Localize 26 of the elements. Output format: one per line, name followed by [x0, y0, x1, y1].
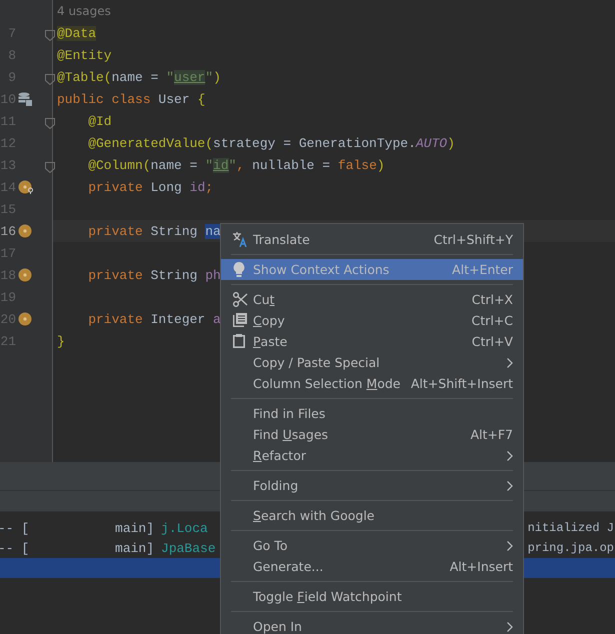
log-message: nitialized J: [528, 521, 614, 535]
shortcut-text: Alt+Enter: [452, 262, 513, 277]
shortcut-text: Ctrl+C: [472, 313, 513, 328]
code-line: public class User {: [57, 90, 206, 108]
code-line: @Id: [87, 112, 112, 130]
shortcut-text: Alt+F7: [470, 427, 513, 442]
code-line: @Entity: [57, 46, 112, 64]
code-line: private Long id;: [87, 178, 214, 196]
code-line: @Column(name = "id", nullable = false): [87, 156, 385, 174]
shortcut-text: Alt+Insert: [450, 559, 513, 574]
code-line: private String na: [87, 222, 221, 240]
shortcut-text: Ctrl+Shift+Y: [434, 232, 513, 247]
shortcut-text: Alt+Shift+Insert: [410, 376, 513, 391]
log-prefix: -- [ main]: [0, 520, 154, 536]
log-prefix: -- [ main]: [0, 540, 154, 556]
code-line: @GeneratedValue(strategy = GenerationType.AUTO): [87, 134, 455, 152]
shortcut-text: Ctrl+X: [472, 292, 513, 307]
line-number: 16: [0, 224, 16, 238]
code-line: @Table(name = "user"): [57, 68, 221, 86]
log-message: pring.jpa.op: [528, 541, 614, 555]
logger-name: JpaBase: [161, 540, 216, 556]
logger-name: j.Loca: [161, 520, 208, 536]
code-line: private Integer a: [87, 310, 221, 328]
code-line: private String ph: [87, 266, 221, 284]
shortcut-text: Ctrl+V: [472, 334, 513, 349]
code-line: }: [57, 332, 65, 350]
